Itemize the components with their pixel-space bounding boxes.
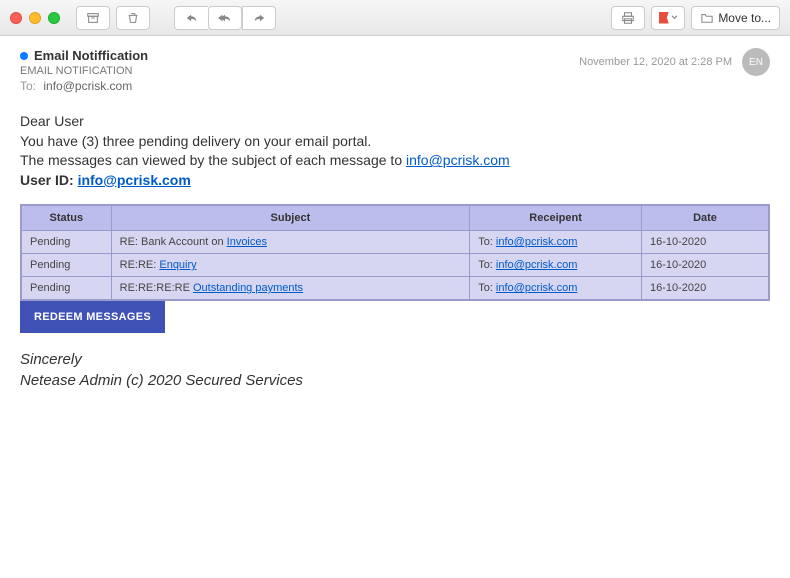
reply-button[interactable]	[174, 6, 208, 30]
table-row: Pending RE:RE: Enquiry To: info@pcrisk.c…	[22, 254, 769, 277]
cell-to-label: To:	[478, 282, 496, 294]
cell-status: Pending	[22, 277, 112, 300]
greeting: Dear User	[20, 112, 770, 132]
th-subject: Subject	[111, 206, 470, 231]
signature: Sincerely Netease Admin (c) 2020 Secured…	[20, 349, 770, 391]
maximize-icon[interactable]	[48, 12, 60, 24]
cell-subject-link[interactable]: Invoices	[227, 236, 267, 248]
table-row: Pending RE: Bank Account on Invoices To:…	[22, 231, 769, 254]
th-date: Date	[641, 206, 768, 231]
cell-date: 16-10-2020	[641, 277, 768, 300]
titlebar: Move to...	[0, 0, 790, 36]
email-header: Email Notiffication EMAIL NOTIFICATION T…	[0, 36, 790, 97]
email-subject: Email Notiffication	[34, 48, 148, 63]
body-line1: You have (3) three pending delivery on y…	[20, 132, 770, 152]
unread-indicator-icon	[20, 52, 28, 60]
trash-button[interactable]	[116, 6, 150, 30]
forward-button[interactable]	[242, 6, 276, 30]
cell-to-label: To:	[478, 259, 496, 271]
cell-to-email[interactable]: info@pcrisk.com	[496, 259, 577, 271]
cell-to-label: To:	[478, 236, 496, 248]
cell-status: Pending	[22, 231, 112, 254]
window-controls	[10, 12, 60, 24]
table-row: Pending RE:RE:RE:RE Outstanding payments…	[22, 277, 769, 300]
cell-status: Pending	[22, 254, 112, 277]
email-date: November 12, 2020 at 2:28 PM	[579, 56, 732, 68]
signature-line1: Sincerely	[20, 349, 770, 370]
archive-button[interactable]	[76, 6, 110, 30]
th-recipient: Receipent	[470, 206, 642, 231]
minimize-icon[interactable]	[29, 12, 41, 24]
flag-icon	[659, 12, 669, 24]
reply-group	[174, 6, 276, 30]
cell-subject-prefix: RE:RE:	[120, 259, 160, 271]
signature-line2: Netease Admin (c) 2020 Secured Services	[20, 370, 770, 391]
folder-icon	[700, 12, 714, 24]
close-icon[interactable]	[10, 12, 22, 24]
cell-subject-prefix: RE:RE:RE:RE	[120, 282, 193, 294]
body-line2a: The messages can viewed by the subject o…	[20, 152, 406, 168]
cell-subject-link[interactable]: Outstanding payments	[193, 282, 303, 294]
cell-subject-prefix: RE: Bank Account on	[120, 236, 227, 248]
reply-all-button[interactable]	[208, 6, 242, 30]
avatar: EN	[742, 48, 770, 76]
email-sender: EMAIL NOTIFICATION	[20, 65, 148, 77]
cell-date: 16-10-2020	[641, 231, 768, 254]
chevron-down-icon	[671, 15, 678, 20]
cell-subject-link[interactable]: Enquiry	[159, 259, 196, 271]
cell-date: 16-10-2020	[641, 254, 768, 277]
flag-button[interactable]	[651, 6, 685, 30]
cell-to-email[interactable]: info@pcrisk.com	[496, 236, 577, 248]
userid-label: User ID:	[20, 172, 78, 188]
th-status: Status	[22, 206, 112, 231]
to-value: info@pcrisk.com	[43, 79, 132, 93]
body-email-link[interactable]: info@pcrisk.com	[406, 152, 510, 168]
email-body: Dear User You have (3) three pending del…	[0, 97, 790, 569]
move-to-label: Move to...	[718, 11, 771, 25]
print-button[interactable]	[611, 6, 645, 30]
redeem-button[interactable]: REDEEM MESSAGES	[20, 301, 165, 333]
move-to-button[interactable]: Move to...	[691, 6, 780, 30]
to-label: To:	[20, 79, 36, 93]
userid-link[interactable]: info@pcrisk.com	[78, 172, 191, 188]
cell-to-email[interactable]: info@pcrisk.com	[496, 282, 577, 294]
pending-table: Status Subject Receipent Date Pending RE…	[20, 204, 770, 301]
